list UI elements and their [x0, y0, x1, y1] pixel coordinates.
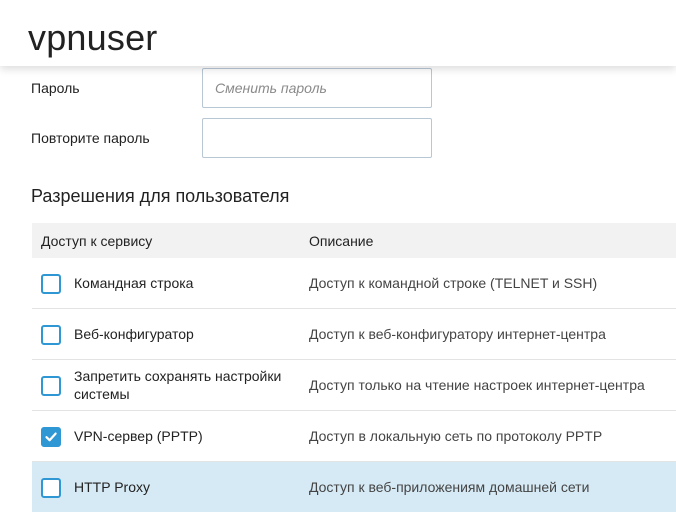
- row-description: Доступ только на чтение настроек интерне…: [309, 377, 645, 393]
- table-row-http-proxy: HTTP Proxy Доступ к веб-приложениям дома…: [32, 462, 676, 512]
- row-label: HTTP Proxy: [74, 479, 150, 495]
- column-header-service: Доступ к сервису: [41, 233, 153, 249]
- checkmark-icon: [45, 432, 57, 442]
- checkbox-read-only[interactable]: [41, 376, 61, 396]
- page-header: vpnuser: [0, 0, 676, 66]
- table-row-command-line: Командная строка Доступ к командной стро…: [32, 258, 676, 309]
- page-title: vpnuser: [28, 17, 158, 58]
- table-header: Доступ к сервису Описание: [32, 223, 676, 258]
- repeat-password-label: Повторите пароль: [31, 130, 150, 146]
- password-field[interactable]: [202, 68, 432, 108]
- user-settings-page: vpnuser Пароль Повторите пароль Разрешен…: [0, 0, 676, 512]
- repeat-password-field[interactable]: [202, 118, 432, 158]
- checkbox-command-line[interactable]: [41, 274, 61, 294]
- row-label: Веб-конфигуратор: [74, 326, 194, 342]
- table-row-web-configurator: Веб-конфигуратор Доступ к веб-конфигурат…: [32, 309, 676, 360]
- permissions-table: Доступ к сервису Описание Командная стро…: [32, 223, 676, 512]
- checkbox-web-configurator[interactable]: [41, 325, 61, 345]
- row-label: Запретить сохранять настройки системы: [74, 368, 282, 402]
- row-description: Доступ к командной строке (TELNET и SSH): [309, 275, 598, 291]
- permissions-title: Разрешения для пользователя: [31, 186, 290, 206]
- checkbox-vpn-pptp[interactable]: [41, 427, 61, 447]
- table-row-read-only: Запретить сохранять настройки системы До…: [32, 360, 676, 411]
- row-description: Доступ к веб-конфигуратору интернет-цент…: [309, 326, 606, 342]
- row-label: VPN-сервер (PPTP): [74, 428, 203, 444]
- row-description: Доступ в локальную сеть по протоколу PPT…: [309, 428, 603, 444]
- table-row-vpn-pptp: VPN-сервер (PPTP) Доступ в локальную сет…: [32, 411, 676, 462]
- row-description: Доступ к веб-приложениям домашней сети: [309, 479, 590, 495]
- row-label: Командная строка: [74, 275, 194, 291]
- column-header-description: Описание: [309, 233, 374, 249]
- checkbox-http-proxy[interactable]: [41, 478, 61, 498]
- password-label: Пароль: [31, 80, 80, 96]
